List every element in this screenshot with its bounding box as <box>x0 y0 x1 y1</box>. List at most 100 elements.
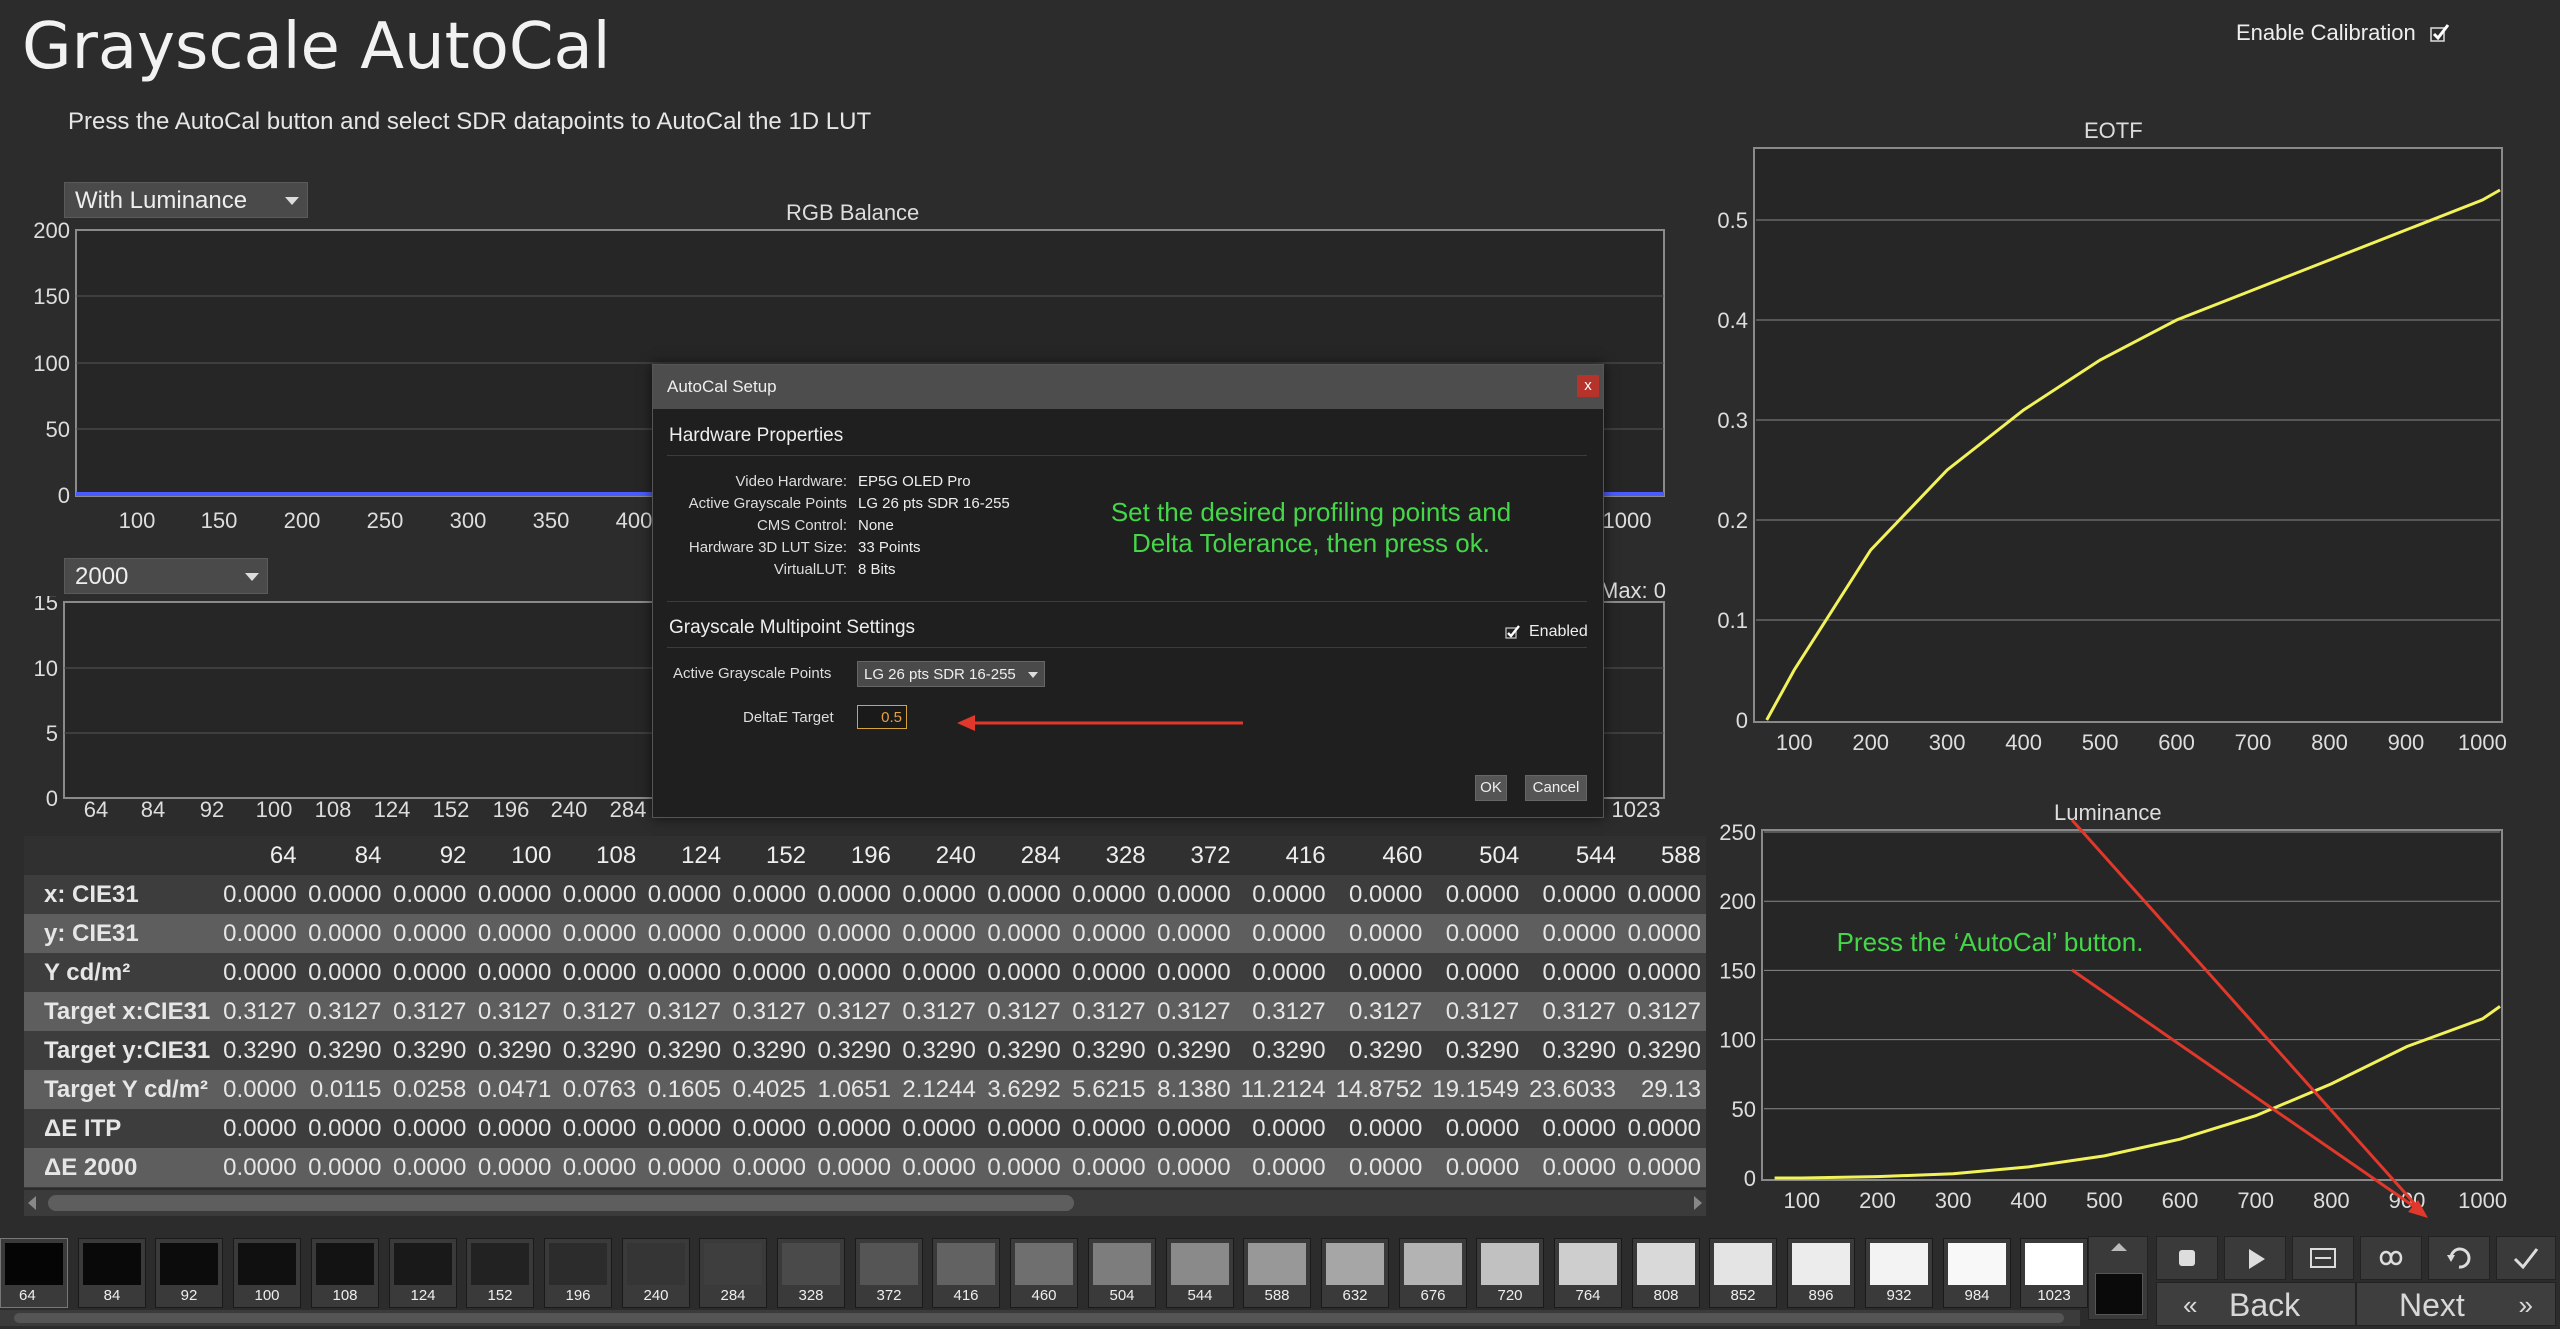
table-cell: 0.0000 <box>1524 914 1621 953</box>
patch-swatch[interactable]: 108 <box>311 1238 379 1308</box>
patch-swatch[interactable]: 720 <box>1476 1238 1544 1308</box>
patch-label: 588 <box>1264 1287 1290 1304</box>
patch-label: 632 <box>1342 1287 1368 1304</box>
eotf-x-tick: 1000 <box>2458 730 2507 755</box>
back-button[interactable]: « Back <box>2156 1282 2356 1326</box>
patch-label: 896 <box>1808 1287 1834 1304</box>
eotf-y-tick: 0.1 <box>1717 608 1748 633</box>
patch-swatch[interactable]: 1023 <box>2020 1238 2088 1308</box>
enabled-checkbox[interactable]: Enabled <box>1505 623 1588 641</box>
rgb-x-tick: 100 <box>119 508 156 533</box>
deltae-x-tick: 1023 <box>1612 797 1661 822</box>
patch-swatch[interactable]: 84 <box>78 1238 146 1308</box>
scrollbar-thumb[interactable] <box>14 1313 2064 1323</box>
chevron-up-icon[interactable] <box>2111 1243 2127 1251</box>
patch-swatch[interactable]: 284 <box>699 1238 767 1308</box>
checkbox-checked-icon[interactable] <box>1505 624 1521 640</box>
rgb-mode-dropdown[interactable]: With Luminance <box>64 182 308 218</box>
stop-icon <box>2179 1250 2195 1266</box>
patch-swatch[interactable]: 92 <box>155 1238 223 1308</box>
cancel-button[interactable]: Cancel <box>1525 775 1587 801</box>
column-header: 460 <box>1330 836 1428 875</box>
patch-swatch[interactable]: 932 <box>1865 1238 1933 1308</box>
patch-swatch[interactable]: 124 <box>389 1238 457 1308</box>
eotf-y-tick: 0.4 <box>1717 308 1748 333</box>
dialog-titlebar[interactable]: AutoCal Setup <box>653 365 1603 409</box>
patch-swatch[interactable]: 588 <box>1243 1238 1311 1308</box>
table-cell: 0.0000 <box>1524 953 1621 992</box>
patch-label: 460 <box>1031 1287 1057 1304</box>
scroll-right-icon[interactable] <box>1694 1196 1702 1210</box>
rgb-y-tick: 0 <box>58 483 70 508</box>
table-cell: 0.0258 <box>386 1070 472 1109</box>
patch-strip-scrollbar[interactable] <box>0 1310 2080 1326</box>
table-cell: 0.0000 <box>811 1109 896 1148</box>
patch-swatch[interactable]: 64 <box>0 1238 68 1308</box>
table-cell: 0.0000 <box>1065 1109 1151 1148</box>
table-cell: 0.0000 <box>641 953 727 992</box>
lum-y-tick: 250 <box>1719 820 1756 845</box>
scrollbar-thumb[interactable] <box>48 1195 1074 1211</box>
deltae-x-tick: 284 <box>610 797 647 822</box>
autocal-button[interactable] <box>2428 1236 2490 1280</box>
table-cell: 0.0000 <box>1330 1148 1428 1187</box>
luminance-chart: 250200150100500 100 200 300 400 500 600 700 800… <box>1719 820 2507 1218</box>
checkbox-checked-icon[interactable] <box>2430 23 2450 43</box>
rgb-x-tick: 400 <box>616 508 653 533</box>
table-corner <box>24 836 217 875</box>
table-cell: 0.3290 <box>1065 1031 1151 1070</box>
patch-swatch[interactable]: 240 <box>622 1238 690 1308</box>
patch-swatch[interactable]: 808 <box>1632 1238 1700 1308</box>
eotf-x-tick: 600 <box>2158 730 2195 755</box>
patch-swatch[interactable]: 196 <box>544 1238 612 1308</box>
patch-color <box>1714 1243 1772 1285</box>
hw-label: CMS Control: <box>756 517 847 534</box>
patch-scroll-control[interactable] <box>2088 1236 2148 1320</box>
continuous-measure-button[interactable] <box>2360 1236 2422 1280</box>
patch-swatch[interactable]: 764 <box>1554 1238 1622 1308</box>
enable-calibration-toggle[interactable]: Enable Calibration <box>2236 20 2450 46</box>
patch-swatch[interactable]: 984 <box>1943 1238 2011 1308</box>
patch-swatch[interactable]: 328 <box>777 1238 845 1308</box>
patch-swatch[interactable]: 544 <box>1166 1238 1234 1308</box>
table-cell: 0.0000 <box>726 1148 812 1187</box>
table-cell: 0.0000 <box>216 1109 302 1148</box>
enabled-label: Enabled <box>1529 623 1588 640</box>
table-cell: 0.0000 <box>980 1109 1066 1148</box>
dialog-annotation-line: Delta Tolerance, then press ok. <box>1132 528 1490 558</box>
dialog-arrows <box>957 715 1243 731</box>
patch-label: 720 <box>1497 1287 1523 1304</box>
patch-color <box>627 1243 685 1285</box>
column-header: 92 <box>386 836 472 875</box>
patch-swatch[interactable]: 504 <box>1088 1238 1156 1308</box>
patch-swatch[interactable]: 852 <box>1709 1238 1777 1308</box>
patch-swatch[interactable]: 896 <box>1787 1238 1855 1308</box>
patch-swatch[interactable]: 152 <box>466 1238 534 1308</box>
patch-swatch[interactable]: 632 <box>1321 1238 1389 1308</box>
ok-button[interactable]: OK <box>1475 775 1507 801</box>
patch-swatch[interactable]: 676 <box>1399 1238 1467 1308</box>
patch-label: 504 <box>1109 1287 1135 1304</box>
measure-range-button[interactable] <box>2292 1236 2354 1280</box>
table-cell: 0.0000 <box>1235 875 1331 914</box>
patch-color <box>2025 1243 2083 1285</box>
patch-label: 84 <box>103 1287 121 1304</box>
patch-swatch[interactable]: 372 <box>855 1238 923 1308</box>
patch-swatch[interactable]: 416 <box>932 1238 1000 1308</box>
close-icon[interactable]: x <box>1577 375 1599 397</box>
table-cell: 0.0000 <box>811 875 896 914</box>
play-button[interactable] <box>2224 1236 2286 1280</box>
table-horizontal-scrollbar[interactable] <box>24 1190 1706 1216</box>
table-cell: 0.0000 <box>216 914 302 953</box>
table-cell: 0.0000 <box>1524 1148 1621 1187</box>
patch-swatch[interactable]: 460 <box>1010 1238 1078 1308</box>
eotf-x-tick: 300 <box>1929 730 1966 755</box>
deltae-target-input[interactable] <box>857 705 907 729</box>
deltae-mode-dropdown[interactable]: 2000 <box>64 558 268 594</box>
stop-button[interactable] <box>2156 1236 2218 1280</box>
scroll-left-icon[interactable] <box>28 1196 36 1210</box>
patch-swatch[interactable]: 100 <box>233 1238 301 1308</box>
table-row: Y cd/m² 0.0000 0.0000 0.0000 0.0000 0.0000 0.0… <box>24 953 1706 992</box>
confirm-button[interactable] <box>2496 1236 2556 1280</box>
next-button[interactable]: Next » <box>2356 1282 2556 1326</box>
